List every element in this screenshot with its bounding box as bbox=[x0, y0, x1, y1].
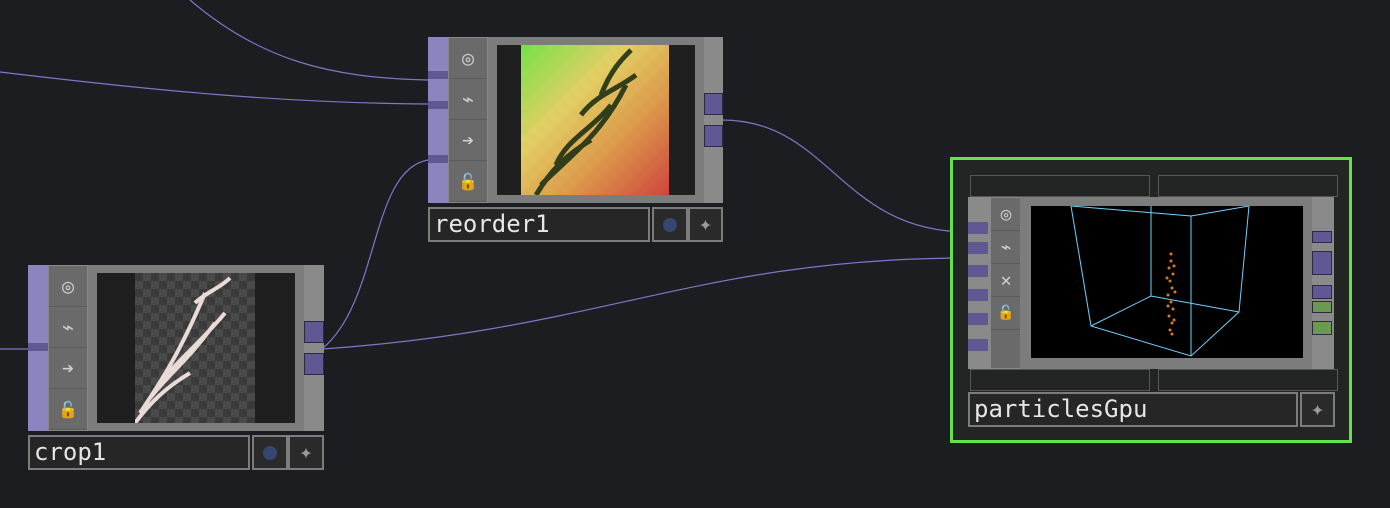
input-port[interactable] bbox=[428, 155, 448, 163]
bottom-panel-left bbox=[970, 369, 1150, 391]
render-flag[interactable]: ✦ bbox=[288, 435, 324, 470]
output-port[interactable] bbox=[704, 125, 723, 147]
cook-icon[interactable]: ⌁ bbox=[49, 307, 87, 348]
node-name-field[interactable]: particlesGpu bbox=[968, 392, 1298, 427]
input-port[interactable] bbox=[968, 265, 988, 277]
viewer-icon[interactable]: ◎ bbox=[449, 38, 487, 79]
node-name-field[interactable]: crop1 bbox=[28, 435, 250, 470]
viewer-icon[interactable]: ◎ bbox=[49, 266, 87, 307]
input-port[interactable] bbox=[968, 339, 988, 351]
transparency-checker bbox=[135, 273, 255, 423]
output-port-green[interactable] bbox=[1312, 301, 1332, 313]
output-port[interactable] bbox=[704, 93, 723, 115]
input-port[interactable] bbox=[28, 343, 48, 351]
viewer-frame bbox=[88, 265, 304, 431]
output-port[interactable] bbox=[1312, 231, 1332, 243]
control-column: ◎ ⌁ ➔ 🔓 bbox=[448, 37, 488, 203]
preview-image[interactable] bbox=[97, 273, 295, 423]
input-port[interactable] bbox=[428, 101, 448, 109]
display-flag-dot bbox=[663, 217, 677, 232]
wire bbox=[189, 0, 429, 81]
preview-3d-viewport[interactable] bbox=[1031, 206, 1303, 358]
render-flag-icon: ✦ bbox=[698, 211, 713, 237]
control-column: ◎ ⌁ ✕ 🔓 bbox=[990, 197, 1022, 369]
close-icon[interactable]: ✕ bbox=[991, 264, 1021, 297]
input-port[interactable] bbox=[968, 242, 988, 254]
render-flag-icon: ✦ bbox=[299, 439, 313, 465]
input-connector-strip[interactable] bbox=[428, 37, 448, 203]
reorder-node[interactable]: ◎ ⌁ ➔ 🔓 reorder1 ✦ bbox=[428, 37, 723, 242]
preview-image[interactable] bbox=[497, 45, 695, 195]
lock-icon[interactable]: 🔓 bbox=[991, 297, 1021, 330]
crop-node[interactable]: ◎ ⌁ ➔ 🔓 crop1 ✦ bbox=[28, 265, 324, 470]
viewer-flag[interactable] bbox=[252, 435, 288, 470]
top-panel-left bbox=[970, 175, 1150, 197]
foliage-shape bbox=[533, 48, 638, 195]
output-port[interactable] bbox=[1312, 251, 1332, 275]
output-column bbox=[304, 265, 324, 431]
wire bbox=[322, 257, 969, 350]
wire bbox=[0, 71, 429, 105]
viewer-flag[interactable] bbox=[652, 207, 688, 242]
input-port[interactable] bbox=[968, 222, 988, 234]
cook-icon[interactable]: ⌁ bbox=[991, 231, 1021, 264]
lock-icon[interactable]: 🔓 bbox=[449, 161, 487, 202]
viewer-frame bbox=[488, 37, 704, 203]
node-name-field[interactable]: reorder1 bbox=[428, 207, 650, 242]
bypass-icon[interactable]: ➔ bbox=[449, 120, 487, 161]
output-port[interactable] bbox=[304, 321, 324, 343]
output-port[interactable] bbox=[1312, 285, 1332, 299]
input-connector-strip[interactable] bbox=[968, 197, 990, 369]
render-flag[interactable]: ✦ bbox=[1300, 392, 1335, 427]
viewer-frame bbox=[1020, 197, 1312, 369]
render-flag[interactable]: ✦ bbox=[688, 207, 723, 242]
display-flag-dot bbox=[263, 445, 277, 460]
render-flag-icon: ✦ bbox=[1310, 396, 1325, 422]
particlesgpu-node[interactable]: ◎ ⌁ ✕ 🔓 particlesGpu ✦ bbox=[950, 157, 1352, 443]
output-column bbox=[1312, 197, 1334, 369]
wire bbox=[721, 119, 969, 233]
transparency-checker bbox=[521, 45, 669, 195]
input-port[interactable] bbox=[968, 313, 988, 325]
input-connector-strip[interactable] bbox=[28, 265, 48, 431]
input-port[interactable] bbox=[968, 289, 988, 301]
bottom-panel-right bbox=[1158, 369, 1338, 391]
bypass-icon[interactable]: ➔ bbox=[49, 348, 87, 389]
particle-scene bbox=[1070, 206, 1250, 357]
output-port-green[interactable] bbox=[1312, 321, 1332, 335]
lock-icon[interactable]: 🔓 bbox=[49, 389, 87, 430]
foliage-shape bbox=[135, 276, 232, 423]
control-column: ◎ ⌁ ➔ 🔓 bbox=[48, 265, 88, 431]
output-column bbox=[704, 37, 723, 203]
wire bbox=[322, 159, 429, 349]
cook-icon[interactable]: ⌁ bbox=[449, 79, 487, 120]
viewer-icon[interactable]: ◎ bbox=[991, 198, 1021, 231]
input-port[interactable] bbox=[428, 71, 448, 79]
output-port[interactable] bbox=[304, 353, 324, 375]
top-panel-right bbox=[1158, 175, 1338, 197]
